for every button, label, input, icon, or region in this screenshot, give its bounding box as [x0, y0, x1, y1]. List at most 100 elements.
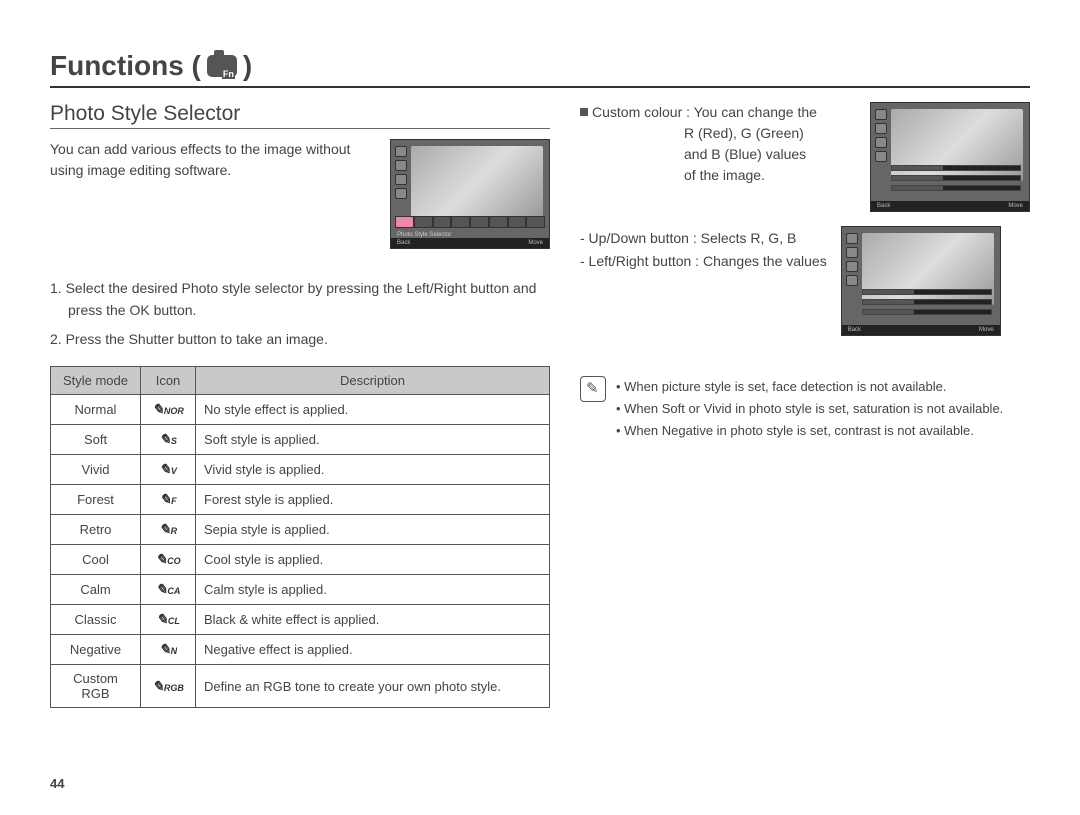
- button-hints: - Up/Down button : Selects R, G, B - Lef…: [580, 226, 827, 322]
- cell-icon: ✎CL: [141, 605, 196, 635]
- table-row: Cool ✎CO Cool style is applied.: [51, 545, 550, 575]
- lcd-preview-rgb-1: Back Move: [870, 102, 1030, 212]
- cell-style-mode: Soft: [51, 425, 141, 455]
- cell-icon: ✎RGB: [141, 665, 196, 708]
- table-row: Calm ✎CA Calm style is applied.: [51, 575, 550, 605]
- style-icon-cool: ✎CO: [155, 551, 180, 568]
- lcd-side-icon: [395, 160, 407, 171]
- table-row: Forest✎FForest style is applied.: [51, 485, 550, 515]
- note-icon: [580, 376, 606, 402]
- lcd-side-icon: [875, 137, 887, 148]
- cell-style-mode: Cool: [51, 545, 141, 575]
- table-row: Negative ✎N Negative effect is applied.: [51, 635, 550, 665]
- custom-colour-block: Custom colour : You can change the R (Re…: [580, 102, 856, 212]
- cell-description: Negative effect is applied.: [196, 635, 550, 665]
- heading-text: Functions (: [50, 50, 201, 82]
- style-icon-retro: ✎R: [159, 521, 177, 538]
- table-row: Vivid✎VVivid style is applied.: [51, 455, 550, 485]
- cell-style-mode: Classic: [51, 605, 141, 635]
- lcd-back-label: Back: [848, 327, 861, 333]
- lcd-side-icon: [875, 123, 887, 134]
- note-item: • When Negative in photo style is set, c…: [616, 421, 1003, 442]
- lcd-side-icon: [846, 233, 858, 244]
- lcd-back-label: Back: [877, 203, 890, 209]
- cell-icon: ✎NOR: [141, 395, 196, 425]
- lcd-side-icon: [395, 146, 407, 157]
- style-icon-forest: ✎F: [159, 491, 176, 508]
- cell-style-mode: Retro: [51, 515, 141, 545]
- lcd-side-icon: [395, 174, 407, 185]
- cell-icon: ✎F: [141, 485, 196, 515]
- custom-colour-label: Custom colour :: [592, 104, 690, 120]
- step-2: 2. Press the Shutter button to take an i…: [50, 328, 550, 350]
- note-list: • When picture style is set, face detect…: [616, 376, 1003, 442]
- hint-leftright: - Left/Right button : Changes the values: [580, 251, 827, 272]
- style-icon-negative: ✎N: [159, 641, 177, 658]
- lcd-side-icon: [875, 109, 887, 120]
- cell-description: Define an RGB tone to create your own ph…: [196, 665, 550, 708]
- lcd-rgb-sliders: [862, 289, 992, 315]
- lcd-rgb-sliders: [891, 165, 1021, 191]
- lcd-style-strip: [395, 216, 545, 228]
- style-icon-vivid: ✎V: [159, 461, 177, 478]
- table-row: Normal ✎NOR No style effect is applied.: [51, 395, 550, 425]
- custom-colour-text-l3: and B (Blue) values: [580, 144, 856, 165]
- lcd-side-icon: [875, 151, 887, 162]
- step-1: 1. Select the desired Photo style select…: [50, 277, 550, 322]
- table-row: Custom RGB ✎RGB Define an RGB tone to crea…: [51, 665, 550, 708]
- cell-style-mode: Vivid: [51, 455, 141, 485]
- custom-colour-text-l2: R (Red), G (Green): [580, 123, 856, 144]
- lcd-side-icon: [846, 261, 858, 272]
- lcd-move-label: Move: [979, 327, 994, 333]
- section-intro: You can add various effects to the image…: [50, 139, 376, 181]
- th-style-mode: Style mode: [51, 367, 141, 395]
- right-column: Custom colour : You can change the R (Re…: [580, 102, 1030, 708]
- cell-icon: ✎R: [141, 515, 196, 545]
- cell-description: Black & white effect is applied.: [196, 605, 550, 635]
- lcd-side-icon: [846, 247, 858, 258]
- lcd-move-label: Move: [528, 240, 543, 246]
- th-description: Description: [196, 367, 550, 395]
- note-box: • When picture style is set, face detect…: [580, 376, 1030, 442]
- table-row: Soft ✎S Soft style is applied.: [51, 425, 550, 455]
- cell-icon: ✎N: [141, 635, 196, 665]
- style-mode-table: Style mode Icon Description Normal✎NORNo…: [50, 366, 550, 708]
- cell-description: Cool style is applied.: [196, 545, 550, 575]
- cell-style-mode: Forest: [51, 485, 141, 515]
- square-bullet-icon: [580, 108, 588, 116]
- lcd-photo-area: [411, 146, 543, 218]
- cell-style-mode: Custom RGB: [51, 665, 141, 708]
- style-icon-normal: ✎NOR: [152, 401, 184, 418]
- cell-icon: ✎CO: [141, 545, 196, 575]
- lcd-side-icon: [395, 188, 407, 199]
- cell-style-mode: Calm: [51, 575, 141, 605]
- th-icon: Icon: [141, 367, 196, 395]
- lcd-preview-rgb-2: Back Move: [841, 226, 1001, 336]
- table-row: Retro ✎R Sepia style is applied.: [51, 515, 550, 545]
- table-row: Classic✎CLBlack & white effect is applie…: [51, 605, 550, 635]
- note-item: • When picture style is set, face detect…: [616, 377, 1003, 398]
- cell-description: Soft style is applied.: [196, 425, 550, 455]
- style-icon-custom-rgb: ✎RGB: [152, 678, 184, 695]
- cell-icon: ✎S: [141, 425, 196, 455]
- cell-description: Calm style is applied.: [196, 575, 550, 605]
- cell-description: Sepia style is applied.: [196, 515, 550, 545]
- steps-list: 1. Select the desired Photo style select…: [50, 277, 550, 350]
- note-item: • When Soft or Vivid in photo style is s…: [616, 399, 1003, 420]
- cell-style-mode: Normal: [51, 395, 141, 425]
- cell-description: No style effect is applied.: [196, 395, 550, 425]
- cell-style-mode: Negative: [51, 635, 141, 665]
- section-title: Photo Style Selector: [50, 102, 550, 129]
- page-number: 44: [50, 776, 64, 791]
- style-icon-soft: ✎S: [159, 431, 177, 448]
- lcd-preview-style-selector: Photo Style Selector Back Move: [390, 139, 550, 249]
- style-icon-calm: ✎CA: [156, 581, 181, 598]
- cell-icon: ✎V: [141, 455, 196, 485]
- custom-colour-text-l1: You can change the: [694, 104, 817, 120]
- main-heading: Functions ( ): [50, 50, 1030, 88]
- cell-icon: ✎CA: [141, 575, 196, 605]
- hint-updown: - Up/Down button : Selects R, G, B: [580, 228, 827, 249]
- left-column: Photo Style Selector You can add various…: [50, 102, 550, 708]
- heading-close: ): [243, 50, 252, 82]
- lcd-side-icon: [846, 275, 858, 286]
